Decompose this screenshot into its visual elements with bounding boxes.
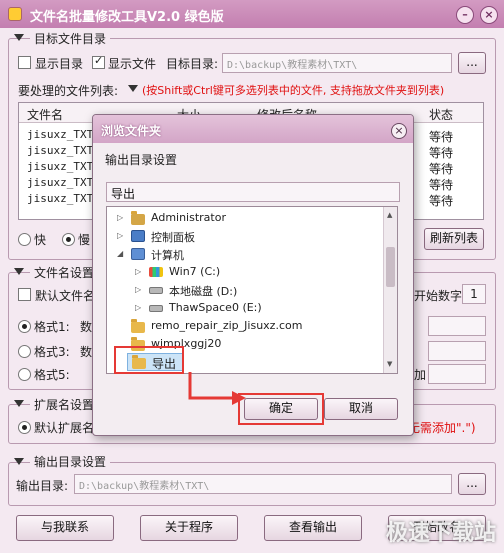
ext-hint: 无需添加".") <box>408 421 476 435</box>
output-browse-button[interactable]: ... <box>458 473 486 495</box>
target-group-title: 目标文件目录 <box>30 30 111 47</box>
speed-slow-label: 慢 <box>78 233 91 247</box>
dialog-cancel-button[interactable]: 取消 <box>324 398 398 420</box>
ext-group-title: 扩展名设置 <box>30 396 99 413</box>
format1-radio[interactable] <box>18 320 31 333</box>
windows-drive-icon <box>149 267 163 277</box>
column-header-status[interactable]: 状态 <box>429 106 453 123</box>
start-number-label: 开始数字: <box>414 289 467 303</box>
format3-label: 格式3: <box>34 345 70 359</box>
show-dir-label: 显示目录 <box>35 57 84 71</box>
collapse-arrow-icon[interactable] <box>14 34 24 41</box>
rename-group-title: 文件名设置 <box>30 264 99 281</box>
row-status: 等待 <box>429 162 454 176</box>
output-dir-label: 输出目录: <box>16 479 69 493</box>
collapse-icon[interactable]: ◢ <box>117 249 123 258</box>
about-button[interactable]: 关于程序 <box>140 515 238 541</box>
show-dir-checkbox[interactable] <box>18 56 31 69</box>
collapse-arrow-icon[interactable] <box>14 400 24 407</box>
table-row[interactable]: jisuxz_TXT <box>27 128 93 141</box>
user-folder-icon <box>131 211 145 225</box>
list-arrow-icon <box>128 85 138 92</box>
control-panel-icon <box>131 230 145 242</box>
format3-text: 数 <box>80 345 93 359</box>
folder-icon <box>131 319 145 333</box>
table-row[interactable]: jisuxz_TXT <box>27 176 93 189</box>
title-bar: 文件名批量修改工具V2.0 绿色版 – × <box>0 0 504 28</box>
speed-fast-label: 快 <box>34 233 47 247</box>
expand-icon[interactable]: ▷ <box>117 231 123 240</box>
format1-text: 数 <box>80 320 93 334</box>
default-name-checkbox[interactable] <box>18 288 31 301</box>
folder-path-input[interactable]: 导出 <box>106 182 400 202</box>
format1-input[interactable] <box>428 316 486 336</box>
default-ext-label: 默认扩展名 <box>34 421 95 435</box>
target-browse-button[interactable]: ... <box>458 52 486 74</box>
add-label: 加 <box>414 368 427 382</box>
tree-item-label: 计算机 <box>151 249 184 262</box>
show-file-checkbox[interactable] <box>92 54 105 69</box>
format3-radio[interactable] <box>18 345 31 358</box>
tree-item-label: Win7 (C:) <box>169 265 221 278</box>
tree-item-label: remo_repair_zip_Jisuxz.com <box>151 319 303 332</box>
tree-item-label: Administrator <box>151 211 226 224</box>
format1-label: 格式1: <box>34 320 70 334</box>
row-status: 等待 <box>429 194 454 208</box>
default-ext-radio[interactable] <box>18 421 31 434</box>
contact-button[interactable]: 与我联系 <box>16 515 114 541</box>
output-group-title: 输出目录设置 <box>30 453 111 470</box>
refresh-list-button[interactable]: 刷新列表 <box>424 228 484 250</box>
speed-fast-radio[interactable] <box>18 233 31 246</box>
dialog-label: 输出目录设置 <box>105 153 178 167</box>
speed-slow-radio[interactable] <box>62 233 75 246</box>
expand-icon[interactable]: ▷ <box>135 285 141 294</box>
tree-item-label: ThawSpace0 (E:) <box>169 301 262 314</box>
tree-scrollbar[interactable]: ▲ ▼ <box>383 207 397 373</box>
scroll-thumb[interactable] <box>386 247 395 287</box>
format3-input[interactable] <box>428 341 486 361</box>
app-icon <box>8 7 22 21</box>
collapse-arrow-icon[interactable] <box>14 458 24 465</box>
target-dir-input[interactable]: D:\backup\教程素材\TXT\ <box>222 53 452 73</box>
dialog-title: 浏览文件夹 <box>101 124 162 138</box>
collapse-arrow-icon[interactable] <box>14 268 24 275</box>
row-status: 等待 <box>429 130 454 144</box>
tree-item-label: 本地磁盘 (D:) <box>169 285 238 298</box>
format5-input[interactable] <box>428 364 486 384</box>
dialog-ok-button[interactable]: 确定 <box>244 398 318 420</box>
expand-icon[interactable]: ▷ <box>135 303 141 312</box>
show-file-label: 显示文件 <box>108 57 157 71</box>
expand-icon[interactable]: ▷ <box>117 213 123 222</box>
hard-drive-icon <box>149 287 163 294</box>
view-output-button[interactable]: 查看输出 <box>264 515 362 541</box>
highlight-arrow <box>188 372 246 405</box>
format5-label: 格式5: <box>34 368 70 382</box>
expand-icon[interactable]: ▷ <box>135 267 141 276</box>
start-number-input[interactable]: 1 <box>462 284 486 304</box>
format5-radio[interactable] <box>18 368 31 381</box>
scroll-up-icon[interactable]: ▲ <box>387 211 392 219</box>
row-status: 等待 <box>429 146 454 160</box>
row-status: 等待 <box>429 178 454 192</box>
dialog-close-button[interactable]: × <box>391 123 407 139</box>
watermark-text: 极速下载站 <box>385 521 496 546</box>
output-dir-input[interactable]: D:\backup\教程素材\TXT\ <box>74 474 452 494</box>
minimize-button[interactable]: – <box>456 6 474 24</box>
file-list-label: 要处理的文件列表: <box>18 84 119 98</box>
table-row[interactable]: jisuxz_TXT <box>27 192 93 205</box>
table-row[interactable]: jisuxz_TXT <box>27 144 93 157</box>
window-title: 文件名批量修改工具V2.0 绿色版 <box>30 10 224 25</box>
scroll-down-icon[interactable]: ▼ <box>387 360 392 368</box>
tree-item-label: 控制面板 <box>151 231 195 244</box>
hard-drive-icon <box>149 305 163 312</box>
close-button[interactable]: × <box>480 6 498 24</box>
table-row[interactable]: jisuxz_TXT <box>27 160 93 173</box>
computer-icon <box>131 248 145 260</box>
file-list-hint: (按Shift或Ctrl键可多选列表中的文件, 支持拖放文件夹到列表) <box>142 84 445 97</box>
default-name-label: 默认文件名 <box>35 289 96 303</box>
column-header-name[interactable]: 文件名 <box>27 106 63 123</box>
target-dir-label: 目标目录: <box>166 57 219 71</box>
